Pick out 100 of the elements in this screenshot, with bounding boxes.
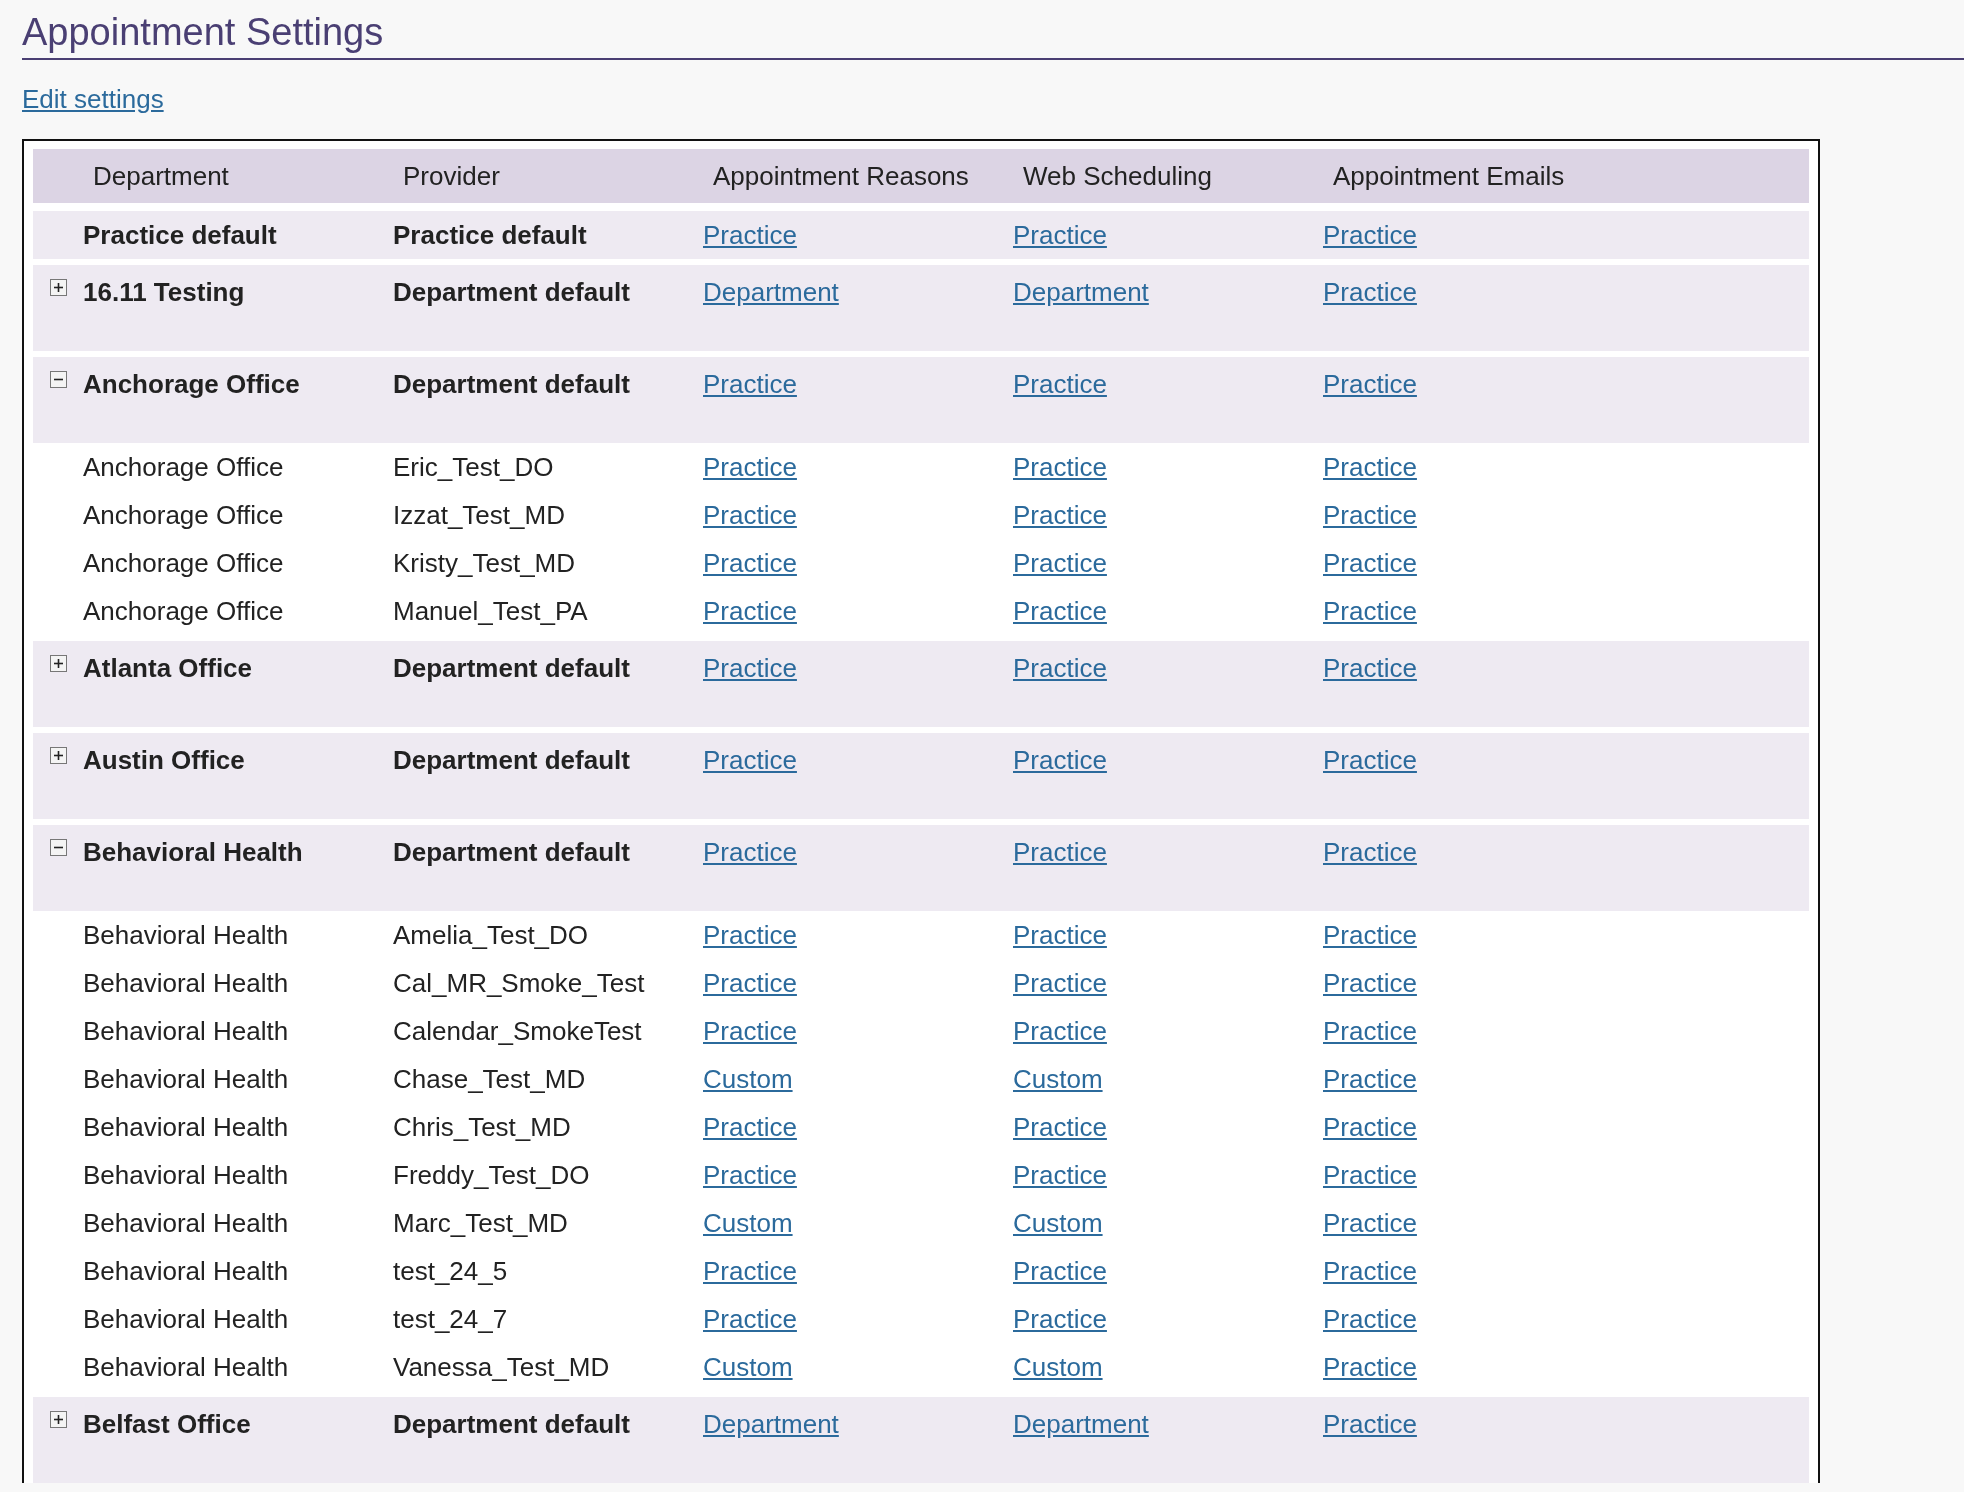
setting-link[interactable]: Practice (703, 219, 797, 250)
expand-icon[interactable] (49, 747, 67, 764)
provider-name: Calendar_SmokeTest (393, 1015, 642, 1046)
setting-link[interactable]: Practice (703, 745, 797, 775)
setting-link[interactable]: Practice (1323, 1111, 1417, 1142)
provider-name: test_24_5 (393, 1255, 508, 1286)
department-name: Behavioral Health (83, 1063, 289, 1094)
setting-link[interactable]: Practice (703, 451, 797, 482)
edit-settings-link[interactable]: Edit settings (22, 84, 164, 114)
setting-link[interactable]: Practice (1013, 219, 1107, 250)
provider-name: test_24_7 (393, 1303, 508, 1334)
setting-link[interactable]: Practice (1323, 1207, 1417, 1238)
provider-name: Manuel_Test_PA (393, 595, 588, 626)
setting-link[interactable]: Custom (1013, 1063, 1103, 1094)
setting-link[interactable]: Practice (1323, 277, 1417, 307)
setting-link[interactable]: Practice (703, 919, 797, 950)
provider-name: Chris_Test_MD (393, 1111, 571, 1142)
column-header: Appointment Emails (1333, 160, 1565, 191)
setting-link[interactable]: Practice (1013, 1111, 1107, 1142)
expand-icon[interactable] (49, 1411, 67, 1428)
setting-link[interactable]: Practice (1323, 967, 1417, 998)
department-name: Atlanta Office (83, 653, 253, 683)
department-name: Behavioral Health (83, 1351, 289, 1382)
provider-name: Department default (393, 1409, 630, 1439)
setting-link[interactable]: Practice (1013, 451, 1107, 482)
setting-link[interactable]: Practice (1323, 1063, 1417, 1094)
department-name: Austin Office (83, 745, 245, 775)
setting-link[interactable]: Practice (1323, 451, 1417, 482)
setting-link[interactable]: Practice (1323, 837, 1417, 867)
collapse-icon[interactable] (49, 371, 67, 388)
setting-link[interactable]: Custom (1013, 1351, 1103, 1382)
setting-link[interactable]: Practice (1013, 919, 1107, 950)
setting-link[interactable]: Practice (1013, 837, 1107, 867)
setting-link[interactable]: Practice (703, 369, 797, 399)
setting-link[interactable]: Practice (703, 595, 797, 626)
setting-link[interactable]: Practice (1323, 219, 1417, 250)
setting-link[interactable]: Practice (703, 1303, 797, 1334)
setting-link[interactable]: Practice (1323, 1015, 1417, 1046)
department-name: Anchorage Office (83, 369, 300, 399)
page-title: Appointment Settings (22, 10, 385, 55)
setting-link[interactable]: Custom (703, 1207, 793, 1238)
setting-link[interactable]: Department (703, 1409, 839, 1439)
expand-icon[interactable] (49, 655, 67, 672)
expand-icon[interactable] (49, 279, 67, 296)
provider-name: Eric_Test_DO (393, 451, 554, 482)
column-header: Appointment Reasons (713, 160, 969, 191)
department-name: Belfast Office (83, 1409, 251, 1439)
setting-link[interactable]: Practice (1323, 1255, 1417, 1286)
provider-name: Freddy_Test_DO (393, 1159, 590, 1190)
setting-link[interactable]: Practice (1323, 595, 1417, 626)
department-name: Behavioral Health (83, 837, 303, 867)
setting-link[interactable]: Practice (1323, 1351, 1417, 1382)
department-name: Anchorage Office (83, 451, 284, 482)
setting-link[interactable]: Practice (1323, 745, 1417, 775)
provider-name: Vanessa_Test_MD (393, 1351, 610, 1382)
setting-link[interactable]: Practice (703, 1159, 797, 1190)
setting-link[interactable]: Practice (703, 547, 797, 578)
setting-link[interactable]: Custom (1013, 1207, 1103, 1238)
setting-link[interactable]: Practice (703, 967, 797, 998)
department-name: 16.11 Testing (83, 277, 245, 307)
setting-link[interactable]: Practice (703, 1015, 797, 1046)
setting-link[interactable]: Practice (1323, 919, 1417, 950)
setting-link[interactable]: Department (1013, 1409, 1149, 1439)
setting-link[interactable]: Practice (1013, 1015, 1107, 1046)
setting-link[interactable]: Practice (1323, 547, 1417, 578)
setting-link[interactable]: Practice (1323, 1303, 1417, 1334)
provider-name: Kristy_Test_MD (393, 547, 576, 578)
setting-link[interactable]: Practice (1323, 653, 1417, 683)
department-name: Behavioral Health (83, 1207, 289, 1238)
department-name: Behavioral Health (83, 1159, 289, 1190)
collapse-icon[interactable] (49, 839, 67, 856)
setting-link[interactable]: Practice (1013, 369, 1107, 399)
setting-link[interactable]: Practice (1013, 595, 1107, 626)
setting-link[interactable]: Practice (703, 653, 797, 683)
setting-link[interactable]: Practice (1013, 967, 1107, 998)
setting-link[interactable]: Practice (1013, 745, 1107, 775)
setting-link[interactable]: Practice (1013, 1159, 1107, 1190)
setting-link[interactable]: Practice (1013, 653, 1107, 683)
setting-link[interactable]: Practice (703, 1111, 797, 1142)
provider-name: Department default (393, 837, 630, 867)
setting-link[interactable]: Practice (1013, 1255, 1107, 1286)
setting-link[interactable]: Practice (703, 499, 797, 530)
setting-link[interactable]: Department (1013, 277, 1149, 307)
setting-link[interactable]: Custom (703, 1063, 793, 1094)
setting-link[interactable]: Practice (1323, 1159, 1417, 1190)
provider-name: Izzat_Test_MD (393, 499, 565, 530)
setting-link[interactable]: Department (703, 277, 839, 307)
provider-name: Marc_Test_MD (393, 1207, 568, 1238)
setting-link[interactable]: Practice (703, 837, 797, 867)
department-name: Behavioral Health (83, 919, 289, 950)
setting-link[interactable]: Practice (1013, 547, 1107, 578)
setting-link[interactable]: Practice (1013, 499, 1107, 530)
department-name: Anchorage Office (83, 499, 284, 530)
setting-link[interactable]: Practice (1323, 369, 1417, 399)
provider-name: Cal_MR_Smoke_Test (393, 967, 645, 998)
setting-link[interactable]: Custom (703, 1351, 793, 1382)
setting-link[interactable]: Practice (703, 1255, 797, 1286)
setting-link[interactable]: Practice (1323, 499, 1417, 530)
setting-link[interactable]: Practice (1013, 1303, 1107, 1334)
setting-link[interactable]: Practice (1323, 1409, 1417, 1439)
